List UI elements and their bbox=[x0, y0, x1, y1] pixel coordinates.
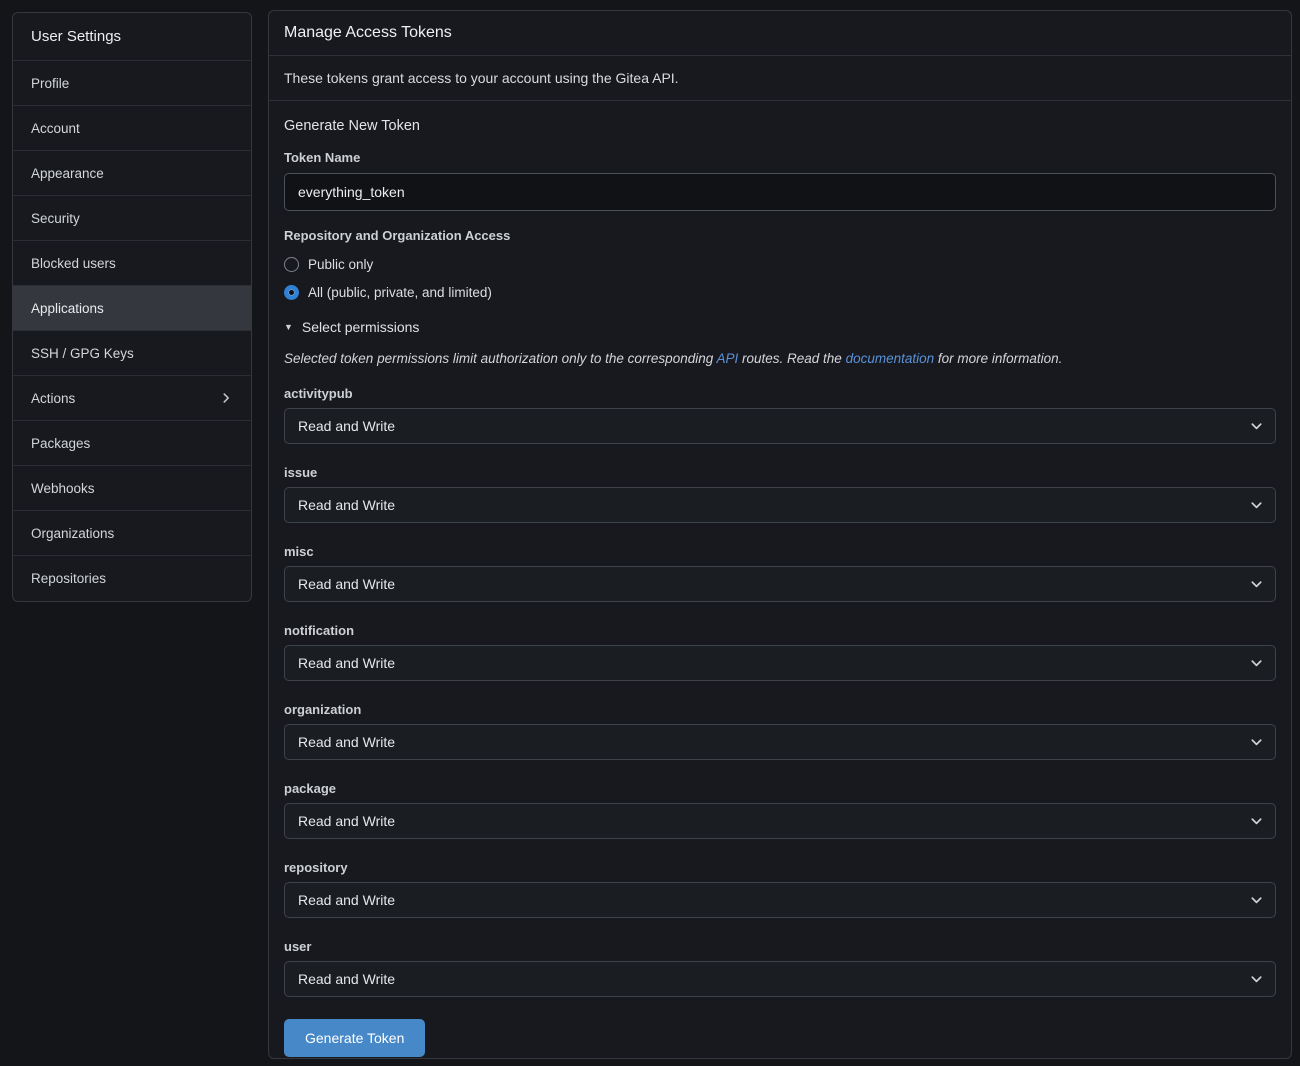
manage-access-tokens-panel: Manage Access Tokens These tokens grant … bbox=[268, 10, 1292, 1059]
api-link[interactable]: API bbox=[716, 351, 738, 366]
radio-option-label: Public only bbox=[308, 257, 373, 272]
sidebar-item-label: Webhooks bbox=[31, 481, 95, 496]
note-text: Selected token permissions limit authori… bbox=[284, 351, 716, 366]
permission-name: repository bbox=[284, 860, 1276, 875]
radio-option[interactable]: Public only bbox=[284, 254, 1276, 274]
sidebar-title: User Settings bbox=[13, 13, 251, 61]
select-value: Read and Write bbox=[298, 418, 395, 434]
permission-row: organization Read and Write bbox=[284, 702, 1276, 760]
permission-name: package bbox=[284, 781, 1276, 796]
access-scope-label: Repository and Organization Access bbox=[284, 228, 1276, 243]
note-text: routes. Read the bbox=[738, 351, 845, 366]
chevron-down-icon bbox=[1249, 498, 1264, 513]
permission-row: activitypub Read and Write bbox=[284, 386, 1276, 444]
permission-name: misc bbox=[284, 544, 1276, 559]
permission-name: issue bbox=[284, 465, 1276, 480]
permission-select-activitypub[interactable]: Read and Write bbox=[284, 408, 1276, 444]
chevron-down-icon bbox=[1249, 577, 1264, 592]
chevron-right-icon bbox=[219, 391, 233, 405]
token-name-input[interactable] bbox=[284, 173, 1276, 211]
select-permissions-label: Select permissions bbox=[302, 319, 420, 335]
sidebar-item-label: Repositories bbox=[31, 571, 106, 586]
chevron-down-icon bbox=[1249, 419, 1264, 434]
sidebar-menu: Profile Account Appearance Security Bloc… bbox=[13, 61, 251, 601]
sidebar-item-applications[interactable]: Applications bbox=[13, 286, 251, 331]
note-text: for more information. bbox=[934, 351, 1062, 366]
sidebar-item-label: Organizations bbox=[31, 526, 114, 541]
permission-select-notification[interactable]: Read and Write bbox=[284, 645, 1276, 681]
permission-name: notification bbox=[284, 623, 1276, 638]
sidebar-item-label: Profile bbox=[31, 76, 69, 91]
permission-name: user bbox=[284, 939, 1276, 954]
chevron-down-icon bbox=[1249, 735, 1264, 750]
chevron-down-icon bbox=[1249, 893, 1264, 908]
radio-icon bbox=[284, 285, 299, 300]
panel-title: Manage Access Tokens bbox=[269, 11, 1291, 56]
permission-row: misc Read and Write bbox=[284, 544, 1276, 602]
sidebar-item-organizations[interactable]: Organizations bbox=[13, 511, 251, 556]
permission-select-organization[interactable]: Read and Write bbox=[284, 724, 1276, 760]
token-name-label: Token Name bbox=[284, 150, 1276, 165]
panel-description: These tokens grant access to your accoun… bbox=[269, 56, 1291, 101]
sidebar-item-label: Appearance bbox=[31, 166, 104, 181]
sidebar-item-blocked-users[interactable]: Blocked users bbox=[13, 241, 251, 286]
permission-row: issue Read and Write bbox=[284, 465, 1276, 523]
sidebar-item-label: SSH / GPG Keys bbox=[31, 346, 134, 361]
sidebar-item-ssh-gpg-keys[interactable]: SSH / GPG Keys bbox=[13, 331, 251, 376]
select-value: Read and Write bbox=[298, 813, 395, 829]
permission-select-repository[interactable]: Read and Write bbox=[284, 882, 1276, 918]
select-value: Read and Write bbox=[298, 497, 395, 513]
permission-select-package[interactable]: Read and Write bbox=[284, 803, 1276, 839]
radio-icon bbox=[284, 257, 299, 272]
sidebar-item-label: Account bbox=[31, 121, 80, 136]
permissions-note: Selected token permissions limit authori… bbox=[284, 350, 1276, 368]
sidebar-item-appearance[interactable]: Appearance bbox=[13, 151, 251, 196]
sidebar-item-webhooks[interactable]: Webhooks bbox=[13, 466, 251, 511]
chevron-down-icon bbox=[1249, 656, 1264, 671]
select-value: Read and Write bbox=[298, 655, 395, 671]
sidebar-item-label: Packages bbox=[31, 436, 90, 451]
sidebar-item-label: Blocked users bbox=[31, 256, 116, 271]
select-permissions-toggle[interactable]: ▼ Select permissions bbox=[284, 317, 1276, 337]
sidebar-item-repositories[interactable]: Repositories bbox=[13, 556, 251, 601]
radio-option[interactable]: All (public, private, and limited) bbox=[284, 282, 1276, 302]
documentation-link[interactable]: documentation bbox=[846, 351, 935, 366]
permission-select-issue[interactable]: Read and Write bbox=[284, 487, 1276, 523]
permission-name: organization bbox=[284, 702, 1276, 717]
select-value: Read and Write bbox=[298, 892, 395, 908]
sidebar-item-profile[interactable]: Profile bbox=[13, 61, 251, 106]
sidebar-item-label: Applications bbox=[31, 301, 104, 316]
permission-name: activitypub bbox=[284, 386, 1276, 401]
permission-row: notification Read and Write bbox=[284, 623, 1276, 681]
radio-option-label: All (public, private, and limited) bbox=[308, 285, 492, 300]
sidebar-item-actions[interactable]: Actions bbox=[13, 376, 251, 421]
select-value: Read and Write bbox=[298, 576, 395, 592]
permission-select-misc[interactable]: Read and Write bbox=[284, 566, 1276, 602]
generate-token-button[interactable]: Generate Token bbox=[284, 1019, 425, 1057]
permission-rows: activitypub Read and Write issue Read an… bbox=[284, 386, 1276, 997]
permission-row: user Read and Write bbox=[284, 939, 1276, 997]
permission-select-user[interactable]: Read and Write bbox=[284, 961, 1276, 997]
sidebar-item-security[interactable]: Security bbox=[13, 196, 251, 241]
sidebar-item-packages[interactable]: Packages bbox=[13, 421, 251, 466]
access-scope-radio-group: Public only All (public, private, and li… bbox=[284, 254, 1276, 302]
select-value: Read and Write bbox=[298, 971, 395, 987]
chevron-down-icon bbox=[1249, 972, 1264, 987]
select-value: Read and Write bbox=[298, 734, 395, 750]
sidebar-item-label: Security bbox=[31, 211, 80, 226]
caret-down-icon: ▼ bbox=[284, 323, 293, 332]
settings-sidebar: User Settings Profile Account Appearance… bbox=[12, 12, 252, 602]
generate-new-token-heading: Generate New Token bbox=[284, 118, 1276, 134]
chevron-down-icon bbox=[1249, 814, 1264, 829]
generate-token-form: Generate New Token Token Name Repository… bbox=[269, 101, 1291, 1066]
permission-row: repository Read and Write bbox=[284, 860, 1276, 918]
permission-row: package Read and Write bbox=[284, 781, 1276, 839]
sidebar-item-label: Actions bbox=[31, 391, 75, 406]
sidebar-item-account[interactable]: Account bbox=[13, 106, 251, 151]
